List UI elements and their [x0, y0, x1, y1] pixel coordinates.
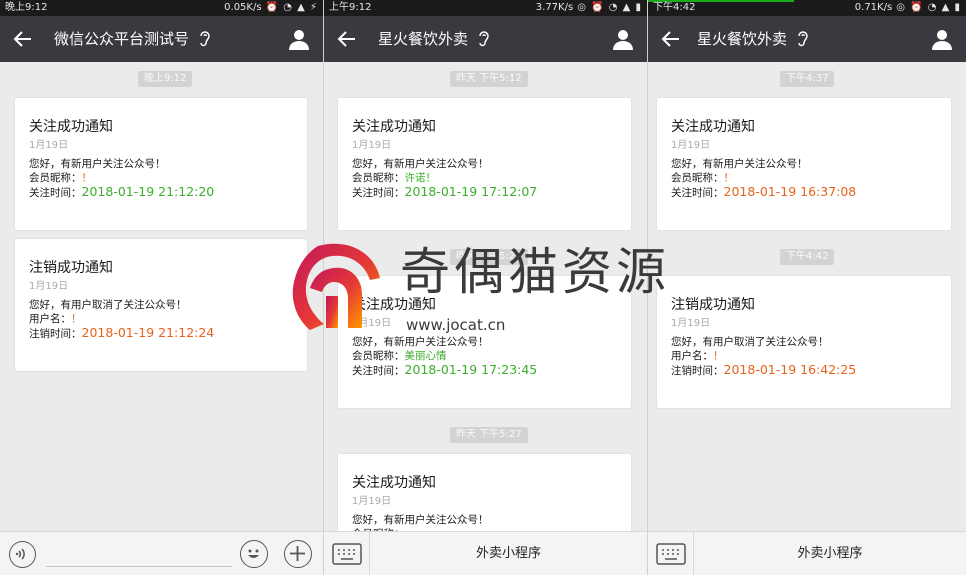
message-timestamp: 下午4:37 [780, 71, 835, 87]
notification-card[interactable]: 关注成功通知 1月19日 您好，有新用户关注公众号！ 会员昵称：！ 关注时间：2… [656, 97, 952, 231]
card-greeting: 您好，有新用户关注公众号！ [29, 158, 166, 170]
card-greeting: 您好，有新用户关注公众号！ [352, 158, 489, 170]
message-timestamp: 晚上9:12 [138, 71, 193, 87]
card-title: 关注成功通知 [29, 119, 113, 135]
network-speed: 0.71K/s [854, 2, 893, 13]
card-date: 1月19日 [352, 496, 392, 507]
message-input[interactable] [46, 566, 232, 567]
chat-menu-bar: 外卖小程序 [324, 531, 647, 575]
card-field: 会员昵称：！ [29, 172, 92, 184]
card-field: 注销时间：2018-01-19 16:42:25 [671, 362, 857, 378]
card-title: 注销成功通知 [29, 260, 113, 276]
card-date: 1月19日 [671, 318, 711, 329]
chat-title: 星火餐饮外卖 [378, 29, 491, 49]
person-icon[interactable] [930, 27, 954, 51]
card-title: 注销成功通知 [671, 297, 755, 313]
card-date: 1月19日 [29, 140, 69, 151]
status-indicators: 0.05K/s ⏰ ◔ ▲ ⚡ [224, 2, 318, 13]
chat-panel-test-account: 晚上9:12 0.05K/s ⏰ ◔ ▲ ⚡ 微信公众平台测试号 晚上9:12 关… [0, 0, 323, 575]
ear-icon [798, 31, 808, 47]
notification-card[interactable]: 注销成功通知 1月19日 您好，有用户取消了关注公众号！ 用户名：！ 注销时间：… [14, 238, 308, 372]
card-field: 关注时间：2018-01-19 21:12:20 [29, 184, 215, 200]
keyboard-icon[interactable] [654, 541, 688, 567]
status-indicators: 3.77K/s ◎ ⏰ ◔ ▲ ▮ [535, 2, 642, 13]
title-bar: 星火餐饮外卖 [324, 16, 647, 62]
chat-input-bar [0, 531, 323, 575]
network-speed: 3.77K/s [535, 2, 574, 13]
status-bar: 上午9:12 3.77K/s ◎ ⏰ ◔ ▲ ▮ [324, 0, 647, 16]
ear-icon [200, 31, 210, 47]
notification-card[interactable]: 关注成功通知 1月19日 您好，有新用户关注公众号！ 会员昵称：美丽心情 关注时… [337, 275, 632, 409]
title-bar: 星火餐饮外卖 [648, 16, 966, 62]
notification-card[interactable]: 关注成功通知 1月19日 您好，有新用户关注公众号！ 会员昵称：！ 关注时间：2… [14, 97, 308, 231]
card-title: 关注成功通知 [352, 119, 436, 135]
card-field: 关注时间：2018-01-19 16:37:08 [671, 184, 857, 200]
card-field: 关注时间：2018-01-19 17:23:45 [352, 362, 538, 378]
card-field: 注销时间：2018-01-19 21:12:24 [29, 325, 215, 341]
notification-card[interactable]: 注销成功通知 1月19日 您好，有用户取消了关注公众号！ 用户名：！ 注销时间：… [656, 275, 952, 409]
status-time: 下午4:42 [653, 2, 696, 13]
card-greeting: 您好，有新用户关注公众号！ [671, 158, 808, 170]
card-greeting: 您好，有新用户关注公众号！ [352, 514, 489, 526]
chat-menu-bar: 外卖小程序 [648, 531, 966, 575]
message-timestamp: 下午4:42 [780, 249, 835, 265]
status-bar: 下午4:42 0.71K/s ◎ ⏰ ◔ ▲ ▮ [648, 0, 966, 16]
emoji-icon[interactable] [240, 540, 268, 568]
menu-item-mini-program[interactable]: 外卖小程序 [694, 532, 966, 575]
chat-panel-xinghuo-1: 上午9:12 3.77K/s ◎ ⏰ ◔ ▲ ▮ 星火餐饮外卖 昨天 下午5:12… [324, 0, 647, 575]
card-field: 关注时间：2018-01-19 17:12:07 [352, 184, 538, 200]
card-greeting: 您好，有用户取消了关注公众号！ [29, 299, 187, 311]
plus-icon[interactable] [284, 540, 312, 568]
person-icon[interactable] [611, 27, 635, 51]
notification-card[interactable]: 关注成功通知 1月19日 您好，有新用户关注公众号！ 会员昵称：许诺！ 关注时间… [337, 97, 632, 231]
keyboard-icon[interactable] [330, 541, 364, 567]
status-time: 晚上9:12 [5, 2, 48, 13]
card-title: 关注成功通知 [352, 297, 436, 313]
menu-item-mini-program[interactable]: 外卖小程序 [370, 532, 647, 575]
message-timestamp: 昨天 下午5:12 [450, 71, 528, 87]
ear-icon [479, 31, 489, 47]
card-date: 1月19日 [671, 140, 711, 151]
message-timestamp: 昨天 下午5:23 [450, 249, 528, 265]
person-icon[interactable] [287, 27, 311, 51]
status-indicators: 0.71K/s ◎ ⏰ ◔ ▲ ▮ [854, 2, 961, 13]
chat-panel-xinghuo-2: 下午4:42 0.71K/s ◎ ⏰ ◔ ▲ ▮ 星火餐饮外卖 下午4:37 关注… [648, 0, 966, 575]
card-title: 关注成功通知 [352, 475, 436, 491]
status-time: 上午9:12 [329, 2, 372, 13]
card-date: 1月19日 [352, 140, 392, 151]
message-timestamp: 昨天 下午5:27 [450, 427, 528, 443]
voice-icon[interactable] [9, 541, 36, 568]
card-greeting: 您好，有用户取消了关注公众号！ [671, 336, 829, 348]
card-field: 会员昵称：许诺！ [352, 172, 436, 184]
card-greeting: 您好，有新用户关注公众号！ [352, 336, 489, 348]
network-speed: 0.05K/s [224, 2, 262, 13]
status-bar: 晚上9:12 0.05K/s ⏰ ◔ ▲ ⚡ [0, 0, 323, 16]
title-bar: 微信公众平台测试号 [0, 16, 323, 62]
card-date: 1月19日 [352, 318, 392, 329]
card-field: 会员昵称：美丽心情 [352, 350, 447, 362]
card-field: 用户名：！ [29, 313, 82, 325]
back-arrow-icon[interactable] [336, 28, 358, 50]
card-field: 会员昵称：！ [671, 172, 734, 184]
back-arrow-icon[interactable] [12, 28, 34, 50]
card-date: 1月19日 [29, 281, 69, 292]
chat-title: 微信公众平台测试号 [54, 29, 212, 49]
back-arrow-icon[interactable] [660, 28, 682, 50]
card-field: 用户名：！ [671, 350, 724, 362]
card-title: 关注成功通知 [671, 119, 755, 135]
chat-title: 星火餐饮外卖 [697, 29, 810, 49]
